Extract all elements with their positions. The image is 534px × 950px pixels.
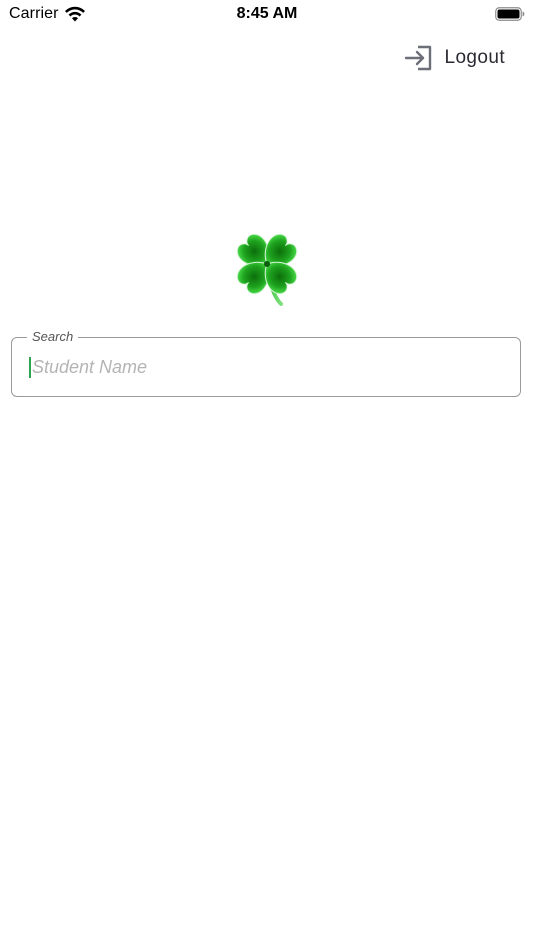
logout-icon (405, 45, 432, 71)
battery-icon (495, 7, 525, 21)
search-label: Search (27, 329, 79, 345)
four-leaf-clover-logo (236, 233, 298, 306)
logout-label: Logout (444, 47, 505, 68)
search-input[interactable] (30, 354, 502, 380)
status-bar: Carrier 8:45 AM (0, 0, 534, 30)
text-cursor (29, 357, 31, 378)
logout-button[interactable]: Logout (404, 44, 505, 72)
status-time: 8:45 AM (236, 5, 298, 22)
search-field[interactable]: Search (11, 329, 521, 397)
